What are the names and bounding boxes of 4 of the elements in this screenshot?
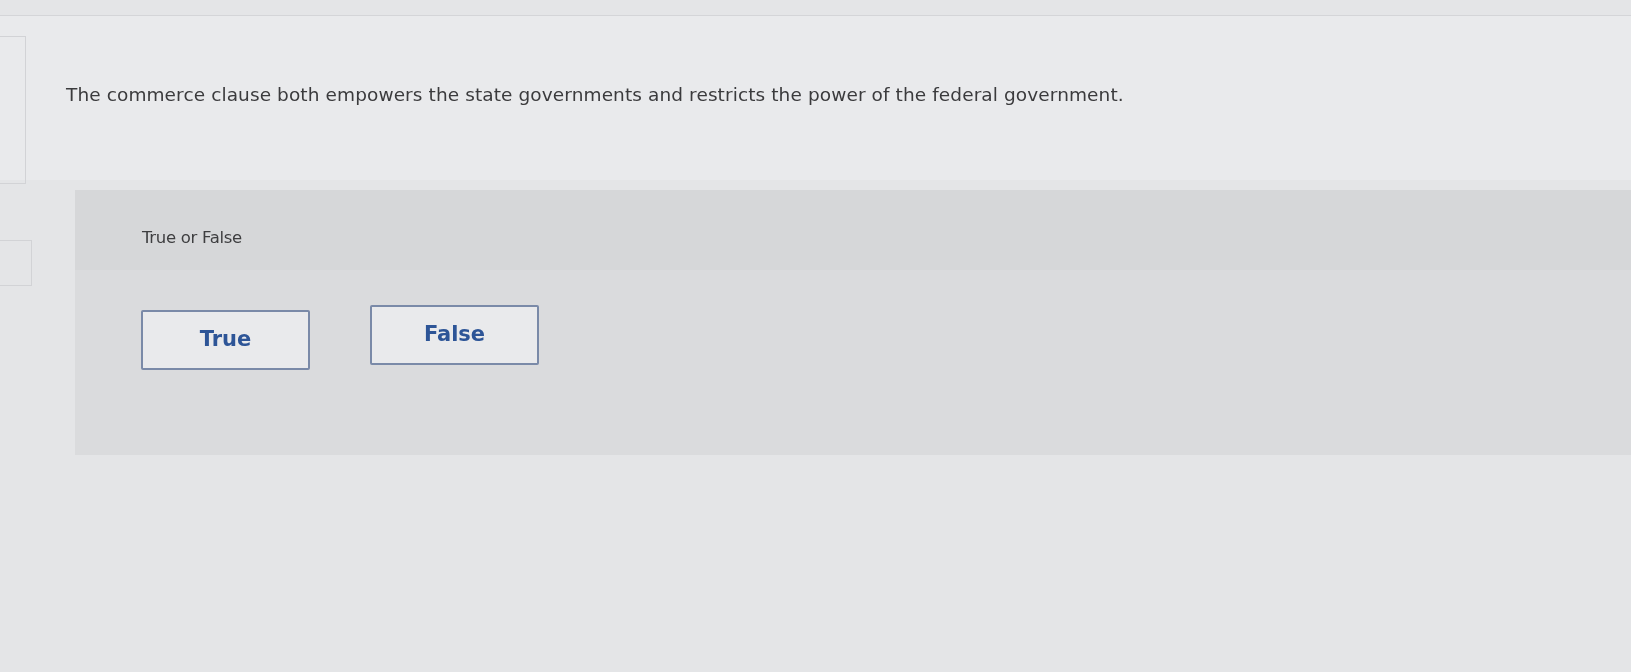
answer-type-label: True or False: [142, 228, 242, 247]
question-text: The commerce clause both empowers the state governments and restricts the power of the federal government.: [66, 83, 1124, 107]
answer-option-button[interactable]: True: [141, 310, 310, 370]
answer-option-button[interactable]: False: [370, 305, 539, 365]
